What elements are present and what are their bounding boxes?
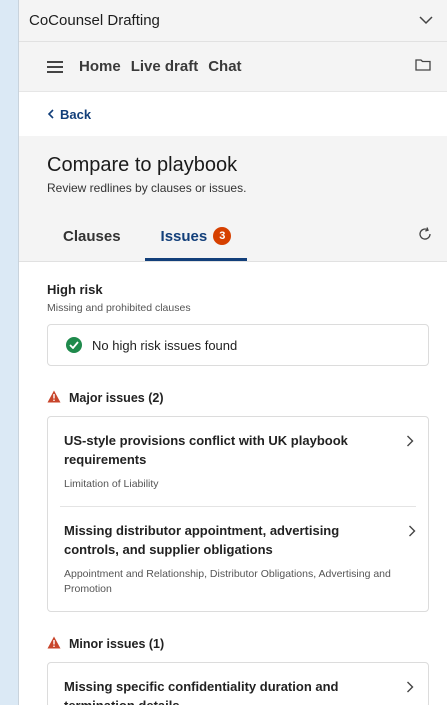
tab-bar: Clauses Issues 3	[47, 215, 429, 261]
tab-clauses[interactable]: Clauses	[47, 228, 137, 261]
add-in-pane: CoCounsel Drafting Home Live draft Chat …	[18, 0, 447, 705]
high-risk-status-card: No high risk issues found	[47, 324, 429, 366]
tab-issues[interactable]: Issues 3	[144, 227, 248, 261]
page-subtitle: Review redlines by clauses or issues.	[47, 181, 247, 195]
warning-icon	[47, 636, 61, 652]
major-issues-title: Major issues (2)	[69, 391, 164, 405]
issue-title: US-style provisions conflict with UK pla…	[64, 433, 348, 467]
back-label: Back	[60, 106, 92, 122]
page-header: Compare to playbook Review redlines by c…	[19, 136, 447, 262]
tab-clauses-label: Clauses	[63, 228, 121, 245]
top-nav: Home Live draft Chat	[19, 42, 447, 92]
nav-live-draft[interactable]: Live draft	[131, 58, 199, 75]
issue-item[interactable]: Missing distributor appointment, adverti…	[60, 506, 416, 611]
high-risk-status: No high risk issues found	[92, 337, 238, 353]
major-issues-card: US-style provisions conflict with UK pla…	[47, 416, 429, 612]
chevron-down-icon[interactable]	[419, 12, 433, 30]
minor-issues-title: Minor issues (1)	[69, 637, 165, 651]
app-title: CoCounsel Drafting	[29, 12, 160, 29]
title-bar: CoCounsel Drafting	[19, 0, 447, 42]
minor-issues-card: Missing specific confidentiality duratio…	[47, 662, 429, 705]
high-risk-subtitle: Missing and prohibited clauses	[47, 302, 191, 314]
tab-issues-label: Issues	[160, 227, 208, 245]
issue-title: Missing distributor appointment, adverti…	[64, 523, 340, 557]
issue-category: Limitation of Liability	[64, 478, 159, 490]
issues-count-badge: 3	[213, 227, 232, 245]
minor-issues-header: Minor issues (1)	[47, 636, 429, 652]
check-circle-icon	[66, 337, 82, 353]
chevron-left-icon	[47, 107, 54, 122]
page-title: Compare to playbook	[47, 154, 238, 176]
refresh-icon[interactable]	[417, 226, 433, 247]
major-issues-header: Major issues (2)	[47, 390, 429, 406]
nav-chat[interactable]: Chat	[208, 58, 241, 75]
high-risk-title: High risk	[47, 282, 103, 297]
issue-item[interactable]: US-style provisions conflict with UK pla…	[48, 417, 428, 506]
back-link[interactable]: Back	[19, 92, 447, 136]
issue-category: Appointment and Relationship, Distributo…	[64, 568, 391, 595]
chevron-right-icon	[406, 434, 414, 452]
nav-home[interactable]: Home	[79, 58, 121, 75]
chevron-right-icon	[408, 524, 416, 542]
issues-content: High risk Missing and prohibited clauses…	[19, 262, 447, 705]
folder-icon[interactable]	[415, 58, 431, 76]
chevron-right-icon	[406, 680, 414, 698]
issue-title: Missing specific confidentiality duratio…	[64, 679, 339, 705]
warning-icon	[47, 390, 61, 406]
hamburger-menu-icon[interactable]	[47, 60, 63, 73]
issue-item[interactable]: Missing specific confidentiality duratio…	[48, 663, 428, 705]
